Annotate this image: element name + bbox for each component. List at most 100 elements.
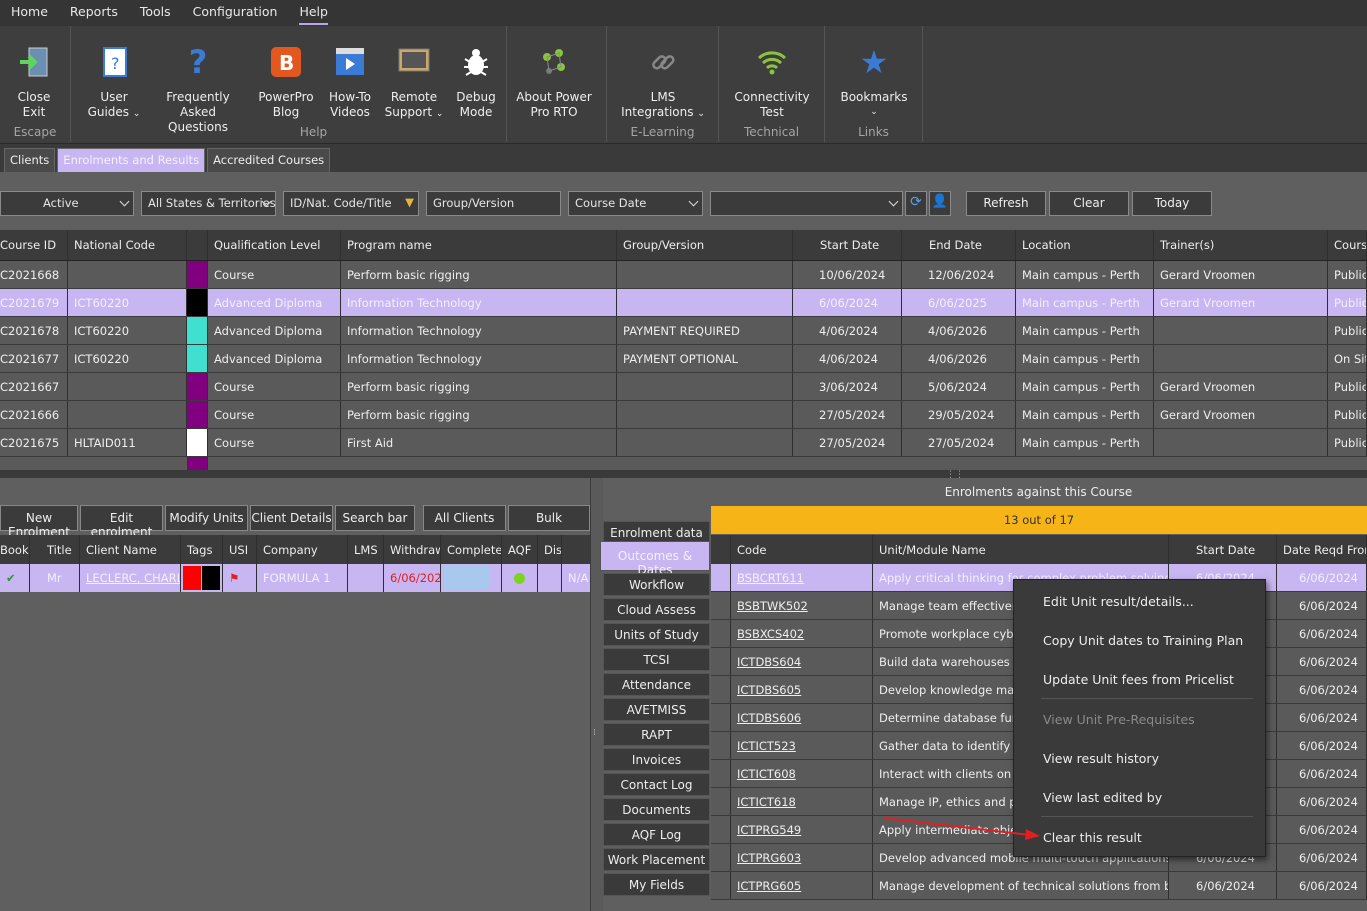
extra-select[interactable] <box>710 191 903 216</box>
user-guides-button[interactable]: ? User Guides ⌄ <box>84 26 144 122</box>
side-tab[interactable]: Outcomes & Dates <box>600 541 710 577</box>
table-row[interactable]: C2021667 Course Perform basic rigging 3/06/… <box>0 373 1367 401</box>
col-header[interactable]: Book <box>0 535 30 564</box>
side-tab[interactable]: RAPT <box>603 723 710 746</box>
side-tab[interactable]: Invoices <box>603 748 710 771</box>
col-date-reqd[interactable]: Date Reqd From <box>1277 535 1367 564</box>
client-details-button[interactable]: Client Details <box>250 505 333 531</box>
col-unit-name[interactable]: Unit/Module Name <box>873 535 1169 564</box>
tab-accredited-courses[interactable]: Accredited Courses <box>207 148 331 172</box>
side-tab[interactable]: Work Placement <box>603 848 710 871</box>
menu-clear-this-result[interactable]: Clear this result <box>1043 830 1142 845</box>
menu-copy-unit-dates[interactable]: Copy Unit dates to Training Plan <box>1043 633 1243 648</box>
col-header[interactable]: Course ID <box>0 230 68 260</box>
search-bar-button[interactable]: Search bar <box>335 505 415 531</box>
menu-edit-unit-result[interactable]: Edit Unit result/details... <box>1043 594 1194 609</box>
status-select[interactable]: Active <box>0 191 134 216</box>
side-tab[interactable]: Cloud Assess <box>603 598 710 621</box>
col-header[interactable]: USI <box>223 535 257 564</box>
table-row[interactable]: ICTPRG605 Manage development of technical… <box>711 872 1367 900</box>
col-header[interactable]: Tags <box>181 535 223 564</box>
table-row[interactable]: C2021668 Course Perform basic rigging 10/06… <box>0 261 1367 289</box>
side-tab[interactable]: Contact Log <box>603 773 710 796</box>
col-code[interactable]: Code <box>730 535 873 564</box>
col-header[interactable]: Start Date <box>793 230 902 260</box>
debug-mode-button[interactable]: Debug Mode <box>448 26 504 120</box>
unit-code-link[interactable]: BSBXCS402 <box>730 620 873 647</box>
col-header[interactable]: LMS <box>348 535 384 564</box>
all-clients-button[interactable]: All Clients <box>423 505 506 531</box>
splitter[interactable]: ⋮⋮ <box>0 470 1367 480</box>
unit-code-link[interactable]: ICTICT608 <box>730 760 873 787</box>
menu-view-last-edited[interactable]: View last edited by <box>1043 790 1162 805</box>
col-header[interactable]: Location <box>1016 230 1154 260</box>
col-header[interactable]: Trainer(s) <box>1154 230 1328 260</box>
col-header[interactable]: Company <box>257 535 348 564</box>
tab-clients[interactable]: Clients <box>4 148 56 172</box>
col-header[interactable]: Program name <box>341 230 617 260</box>
menu-configuration[interactable]: Configuration <box>182 0 289 26</box>
unit-code-link[interactable]: ICTICT523 <box>730 732 873 759</box>
today-button[interactable]: Today <box>1132 191 1212 216</box>
faq-button[interactable]: ? Frequently Asked Questions <box>150 26 246 135</box>
menu-view-result-history[interactable]: View result history <box>1043 751 1159 766</box>
unit-code-link[interactable]: ICTDBS604 <box>730 648 873 675</box>
close-exit-button[interactable]: Close Exit <box>4 26 64 120</box>
unit-code-link[interactable]: ICTDBS606 <box>730 704 873 731</box>
col-header[interactable]: Withdraw <box>384 535 441 564</box>
unit-code-link[interactable]: ICTICT618 <box>730 788 873 815</box>
table-row[interactable]: C2021666 Course Perform basic rigging 27/05… <box>0 401 1367 429</box>
trainer-button[interactable]: 👤 <box>929 191 951 216</box>
lms-integrations-button[interactable]: LMS Integrations ⌄ <box>618 26 708 122</box>
new-enrolment-button[interactable]: New Enrolment <box>0 505 78 539</box>
connectivity-test-button[interactable]: Connectivity Test <box>730 26 814 120</box>
remote-support-button[interactable]: Remote Support ⌄ <box>384 26 444 122</box>
unit-code-link[interactable]: BSBTWK502 <box>730 592 873 619</box>
unit-code-link[interactable]: ICTPRG549 <box>730 816 873 843</box>
side-tab[interactable]: Attendance <box>603 673 710 696</box>
col-header[interactable]: Complete <box>441 535 502 564</box>
videos-button[interactable]: How-To Videos <box>322 26 378 120</box>
date-field-select[interactable]: Course Date <box>568 191 703 216</box>
col-header[interactable]: AQF <box>502 535 538 564</box>
code-search-input[interactable]: ID/Nat. Code/Title ▼ <box>283 191 419 216</box>
side-tab[interactable]: My Fields <box>603 873 710 896</box>
edit-enrolment-button[interactable]: Edit enrolment <box>80 505 163 539</box>
state-select[interactable]: All States & Territories <box>141 191 276 216</box>
col-header[interactable]: Course <box>1328 230 1367 260</box>
col-header[interactable]: Client Name <box>80 535 181 564</box>
col-header[interactable]: Title <box>41 535 80 564</box>
menu-home[interactable]: Home <box>0 0 59 26</box>
side-tab[interactable]: Workflow <box>603 573 710 596</box>
unit-code-link[interactable]: ICTPRG603 <box>730 844 873 871</box>
col-header[interactable]: Qualification Level <box>208 230 341 260</box>
col-header[interactable]: National Code <box>68 230 187 260</box>
table-row[interactable]: C2021677 ICT60220 Advanced Diploma Informat… <box>0 345 1367 373</box>
modify-units-button[interactable]: Modify Units <box>165 505 248 531</box>
group-version-input[interactable]: Group/Version <box>426 191 561 216</box>
table-row[interactable]: ✔ Mr LECLERC, CHARLE ⚑ FORMULA 1 6/06/20… <box>0 564 592 592</box>
filter-icon[interactable]: ▼ <box>405 195 414 209</box>
unit-code-link[interactable]: ICTDBS605 <box>730 676 873 703</box>
tab-enrolments-results[interactable]: Enrolments and Results <box>57 148 206 172</box>
side-tab[interactable]: Documents <box>603 798 710 821</box>
col-start-date[interactable]: Start Date <box>1169 535 1277 564</box>
side-tab[interactable]: TCSI <box>603 648 710 671</box>
col-header[interactable]: End Date <box>902 230 1016 260</box>
blog-button[interactable]: B PowerPro Blog <box>256 26 316 120</box>
menu-update-unit-fees[interactable]: Update Unit fees from Pricelist <box>1043 672 1234 687</box>
unit-code-link[interactable]: BSBCRT611 <box>730 564 873 591</box>
table-row[interactable]: C2021679 ICT60220 Advanced Diploma Informat… <box>0 289 1367 317</box>
bookmarks-button[interactable]: ★ Bookmarks ⌄ <box>835 26 913 120</box>
table-row[interactable]: C2021675 HLTAID011 Course First Aid 27/05/20… <box>0 429 1367 457</box>
menu-help[interactable]: Help <box>288 0 339 26</box>
unit-code-link[interactable]: ICTPRG605 <box>730 872 873 899</box>
col-header[interactable] <box>187 230 208 260</box>
about-button[interactable]: About Power Pro RTO <box>512 26 596 120</box>
client-name-link[interactable]: LECLERC, CHARLE <box>80 564 181 592</box>
side-tab[interactable]: AQF Log <box>603 823 710 846</box>
menu-tools[interactable]: Tools <box>129 0 182 26</box>
table-row[interactable]: C2021678 ICT60220 Advanced Diploma Informat… <box>0 317 1367 345</box>
sync-button[interactable]: ⟳ <box>905 191 927 216</box>
side-tab[interactable]: Units of Study <box>603 623 710 646</box>
